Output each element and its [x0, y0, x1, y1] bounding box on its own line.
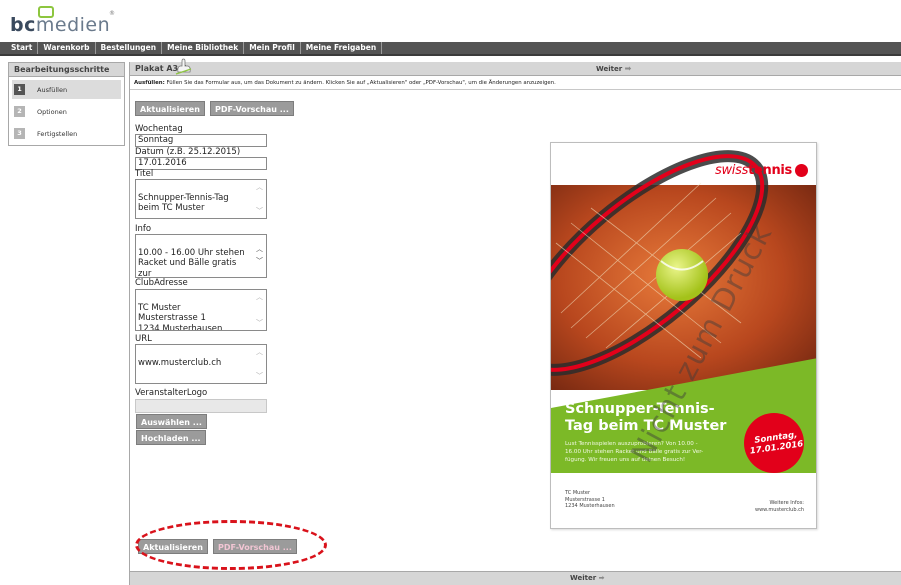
- refresh-button-top[interactable]: Aktualisieren: [135, 101, 205, 116]
- poster-preview: swisstennis Schnupper-Tennis- Tag beim TC…: [550, 142, 817, 529]
- wochentag-input[interactable]: Sonntag: [135, 134, 267, 147]
- instruction-text: Ausfüllen: Füllen Sie das Formular aus, …: [134, 80, 556, 86]
- next-button-top[interactable]: Weiter ➡: [596, 63, 631, 75]
- info-text: 10.00 - 16.00 Uhr stehen Racket und Bäll…: [138, 247, 245, 278]
- label-url: URL: [135, 334, 152, 344]
- pdf-preview-button-top[interactable]: PDF-Vorschau ...: [210, 101, 294, 116]
- poster-image: [551, 143, 816, 528]
- nav-mein-profil[interactable]: Mein Profil: [244, 42, 301, 54]
- step-number: 2: [14, 106, 25, 117]
- swisstennis-logo: swisstennis: [714, 163, 792, 178]
- label-veranstalterlogo: VeranstalterLogo: [135, 388, 208, 398]
- editor-footer: Weiter ➡: [130, 571, 901, 585]
- step-number: 1: [14, 84, 25, 95]
- step-label: Ausfüllen: [37, 85, 68, 94]
- label-wochentag: Wochentag: [135, 124, 183, 134]
- poster-more-info: Weitere Infos: www.musterclub.ch: [754, 500, 804, 513]
- step-fertigstellen[interactable]: 3 Fertigstellen: [12, 124, 121, 143]
- nav-warenkorb[interactable]: Warenkorb: [38, 42, 96, 54]
- select-logo-button[interactable]: Auswählen ...: [136, 414, 207, 429]
- pdf-preview-button-bottom[interactable]: PDF-Vorschau ...: [213, 539, 297, 554]
- step-number: 3: [14, 128, 25, 139]
- swisstennis-ball-icon: [795, 164, 808, 177]
- nav-meine-freigaben[interactable]: Meine Freigaben: [301, 42, 383, 54]
- poster-address: TC Muster Musterstrasse 1 1234 Musterhause…: [565, 490, 615, 509]
- steps-sidebar: Bearbeitungsschritte 1 Ausfüllen 2 Optio…: [8, 62, 125, 146]
- step-optionen[interactable]: 2 Optionen: [12, 102, 121, 121]
- scroll-down-icon[interactable]: ﹀: [256, 320, 264, 327]
- scroll-up-icon[interactable]: ︿: [256, 349, 264, 356]
- next-button-bottom[interactable]: Weiter ➡: [570, 572, 604, 585]
- main-navigation: Start Warenkorb Bestellungen Meine Bibli…: [0, 42, 901, 56]
- upload-logo-button[interactable]: Hochladen ...: [136, 430, 206, 445]
- arrow-right-icon: ➡: [598, 574, 605, 582]
- label-titel: Titel: [135, 169, 154, 179]
- info-textarea[interactable]: 10.00 - 16.00 Uhr stehen Racket und Bäll…: [135, 234, 267, 278]
- step-label: Fertigstellen: [37, 129, 78, 138]
- label-clubadresse: ClubAdresse: [135, 278, 188, 288]
- step-ausfuellen[interactable]: 1 Ausfüllen: [12, 80, 121, 99]
- refresh-button-bottom[interactable]: Aktualisieren: [138, 539, 208, 554]
- scroll-down-icon[interactable]: ﹀: [256, 373, 264, 380]
- nav-bestellungen[interactable]: Bestellungen: [96, 42, 163, 54]
- scroll-up-icon[interactable]: ︿: [256, 184, 264, 191]
- bcmedien-logo[interactable]: bcmedien ®: [10, 4, 150, 36]
- label-datum: Datum (z.B. 25.12.2015): [135, 147, 241, 157]
- label-info: Info: [135, 224, 152, 234]
- step-label: Optionen: [37, 107, 67, 116]
- scroll-up-icon[interactable]: ︿: [256, 294, 264, 301]
- editor-panel: Plakat A3 d Weiter ➡ Ausfüllen: Füllen S…: [129, 58, 901, 585]
- clubadresse-text: TC Muster Musterstrasse 1 1234 Musterhau…: [138, 302, 223, 331]
- url-text: www.musterclub.ch: [138, 357, 222, 368]
- nav-start[interactable]: Start: [6, 42, 39, 54]
- titel-text: Schnupper-Tennis-Tag beim TC Muster: [138, 192, 229, 214]
- scroll-up-icon[interactable]: ︿: [256, 246, 264, 253]
- divider: [130, 89, 901, 90]
- arrow-right-icon: ➡: [624, 64, 632, 73]
- datum-input[interactable]: 17.01.2016: [135, 157, 267, 170]
- scroll-down-icon[interactable]: ﹀: [256, 258, 264, 265]
- editor-header: Plakat A3 d Weiter ➡: [130, 58, 901, 76]
- logo-text: bcmedien: [10, 14, 111, 36]
- clubadresse-textarea[interactable]: TC Muster Musterstrasse 1 1234 Musterhau…: [135, 289, 267, 331]
- url-textarea[interactable]: www.musterclub.ch ︿ ﹀: [135, 344, 267, 384]
- sidebar-title: Bearbeitungsschritte: [9, 63, 124, 77]
- pointer-hand-icon: [175, 58, 192, 75]
- veranstalterlogo-field: [135, 399, 267, 413]
- scroll-down-icon[interactable]: ﹀: [256, 208, 264, 215]
- nav-meine-bibliothek[interactable]: Meine Bibliothek: [162, 42, 245, 54]
- titel-textarea[interactable]: Schnupper-Tennis-Tag beim TC Muster ︿ ﹀: [135, 179, 267, 219]
